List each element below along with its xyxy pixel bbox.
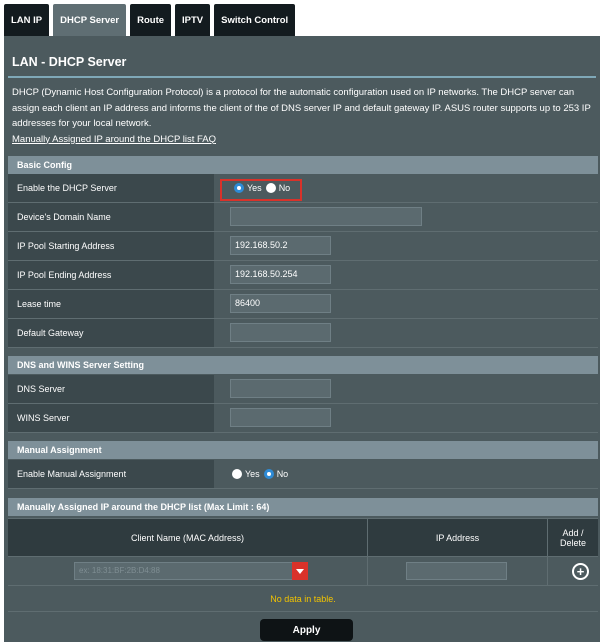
manual-no-radio[interactable] bbox=[263, 469, 274, 479]
apply-button[interactable]: Apply bbox=[260, 619, 353, 641]
gateway-row: Default Gateway bbox=[8, 319, 598, 348]
lease-time-label: Lease time bbox=[8, 290, 214, 318]
dns-wins-header: DNS and WINS Server Setting bbox=[8, 356, 598, 374]
highlight-box bbox=[220, 179, 302, 201]
pool-end-input[interactable]: 192.168.50.254 bbox=[230, 265, 331, 284]
manual-yes-option[interactable]: Yes bbox=[232, 469, 260, 479]
domain-name-label: Device's Domain Name bbox=[8, 203, 214, 231]
tab-lan-ip[interactable]: LAN IP bbox=[4, 4, 50, 36]
client-select-placeholder: ex: 18:31:BF:2B:D4:88 bbox=[79, 566, 160, 575]
basic-config-header: Basic Config bbox=[8, 156, 598, 174]
lease-time-row: Lease time 86400 bbox=[8, 290, 598, 319]
manual-assignment-header: Manual Assignment bbox=[8, 441, 598, 459]
pool-end-label: IP Pool Ending Address bbox=[8, 261, 214, 289]
tab-iptv[interactable]: IPTV bbox=[175, 4, 211, 36]
tab-dhcp-server[interactable]: DHCP Server bbox=[53, 4, 127, 36]
enable-dhcp-row: Enable the DHCP Server Yes No bbox=[8, 174, 598, 203]
pool-start-row: IP Pool Starting Address 192.168.50.2 bbox=[8, 232, 598, 261]
enable-manual-label: Enable Manual Assignment bbox=[8, 460, 214, 488]
chevron-down-icon[interactable] bbox=[292, 562, 308, 580]
domain-name-row: Device's Domain Name bbox=[8, 203, 598, 232]
title-divider bbox=[8, 76, 596, 78]
tab-route[interactable]: Route bbox=[130, 4, 172, 36]
description: DHCP (Dynamic Host Configuration Protoco… bbox=[12, 85, 592, 147]
manual-list-table-header: Client Name (MAC Address) IP Address Add… bbox=[8, 518, 598, 557]
dns-row: DNS Server bbox=[8, 375, 598, 404]
lease-time-input[interactable]: 86400 bbox=[230, 294, 331, 313]
enable-dhcp-label: Enable the DHCP Server bbox=[8, 174, 214, 202]
pool-start-input[interactable]: 192.168.50.2 bbox=[230, 236, 331, 255]
manual-list-header: Manually Assigned IP around the DHCP lis… bbox=[8, 498, 598, 516]
page-title: LAN - DHCP Server bbox=[12, 55, 127, 69]
col-add-delete: Add / Delete bbox=[559, 528, 586, 548]
main-panel: LAN - DHCP Server DHCP (Dynamic Host Con… bbox=[4, 36, 600, 642]
wins-label: WINS Server bbox=[8, 404, 214, 432]
enable-manual-radios: Yes No bbox=[232, 460, 292, 488]
manual-list-input-row: ex: 18:31:BF:2B:D4:88 + bbox=[8, 556, 598, 586]
client-select[interactable]: ex: 18:31:BF:2B:D4:88 bbox=[74, 562, 308, 580]
ip-address-input[interactable] bbox=[406, 562, 507, 580]
dns-label: DNS Server bbox=[8, 375, 214, 403]
faq-link[interactable]: Manually Assigned IP around the DHCP lis… bbox=[12, 132, 592, 148]
col-client-name: Client Name (MAC Address) bbox=[8, 519, 368, 557]
enable-manual-row: Enable Manual Assignment Yes No bbox=[8, 460, 598, 489]
dns-input[interactable] bbox=[230, 379, 331, 398]
col-ip-address: IP Address bbox=[368, 519, 548, 557]
pool-start-label: IP Pool Starting Address bbox=[8, 232, 214, 260]
domain-name-input[interactable] bbox=[230, 207, 422, 226]
tab-bar: LAN IP DHCP Server Route IPTV Switch Con… bbox=[4, 4, 299, 36]
manual-no-option[interactable]: No bbox=[263, 469, 288, 479]
wins-input[interactable] bbox=[230, 408, 331, 427]
description-text: DHCP (Dynamic Host Configuration Protoco… bbox=[12, 87, 591, 129]
gateway-input[interactable] bbox=[230, 323, 331, 342]
add-icon[interactable]: + bbox=[572, 563, 589, 580]
gateway-label: Default Gateway bbox=[8, 319, 214, 347]
tab-switch-control[interactable]: Switch Control bbox=[214, 4, 296, 36]
manual-yes-radio[interactable] bbox=[232, 469, 242, 479]
no-data-message: No data in table. bbox=[8, 586, 598, 612]
pool-end-row: IP Pool Ending Address 192.168.50.254 bbox=[8, 261, 598, 290]
wins-row: WINS Server bbox=[8, 404, 598, 433]
